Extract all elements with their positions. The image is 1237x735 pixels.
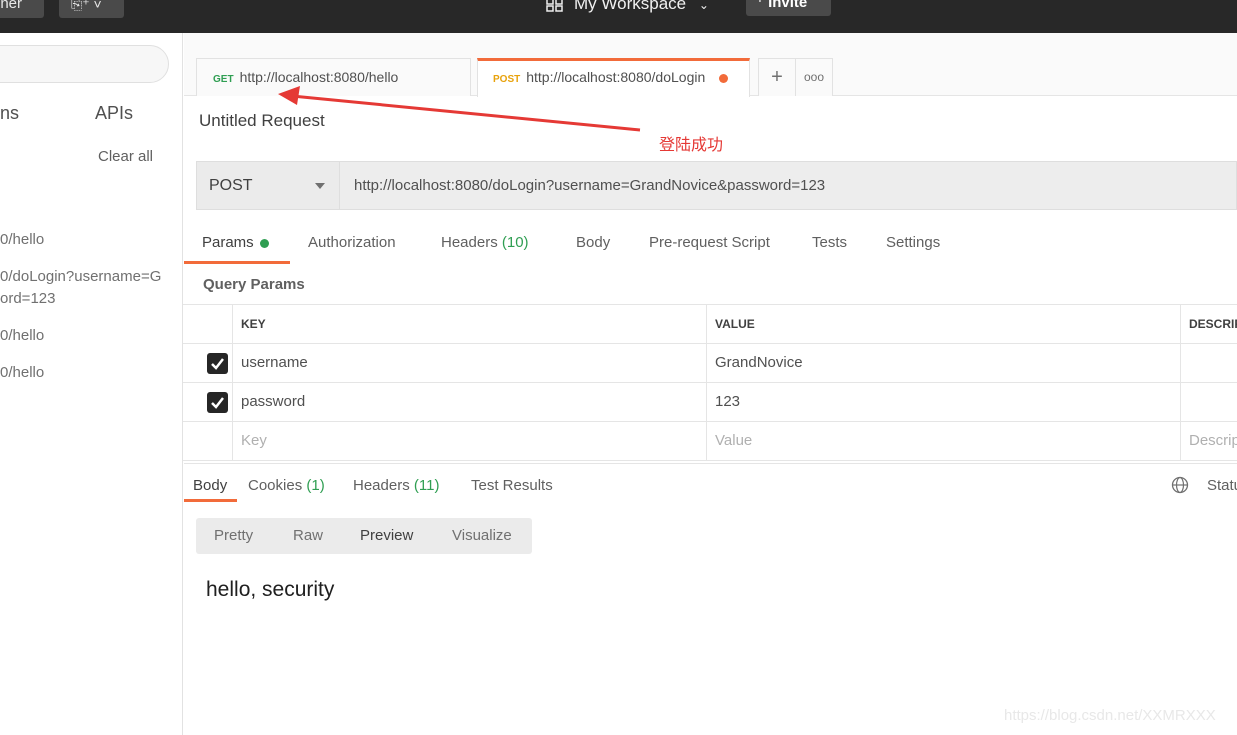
table-row: username GrandNovice bbox=[183, 344, 1237, 383]
query-params-title: Query Params bbox=[203, 276, 305, 293]
top-bar: nner ⎘⁺ ˅ My Workspace ⌄ ⁺ Invite bbox=[0, 0, 1237, 33]
request-tab-get-hello[interactable]: GET http://localhost:8080/hello bbox=[196, 58, 471, 96]
column-header-value: VALUE bbox=[707, 305, 1181, 343]
method-label: POST bbox=[209, 177, 253, 194]
invite-label: Invite bbox=[768, 0, 808, 11]
active-tab-indicator bbox=[184, 261, 290, 264]
request-tab-post-dologin[interactable]: POST http://localhost:8080/doLogin bbox=[477, 58, 750, 97]
request-tabs-bar: GET http://localhost:8080/hello POST http:… bbox=[184, 33, 1237, 97]
response-tab-headers[interactable]: Headers (11) bbox=[353, 477, 439, 494]
tab-body[interactable]: Body bbox=[576, 234, 610, 251]
tab-settings[interactable]: Settings bbox=[886, 234, 940, 251]
sidebar: ns APIs Clear all 0/hello 0/doLogin?user… bbox=[0, 33, 183, 735]
headers-count: (10) bbox=[501, 234, 529, 251]
method-select[interactable]: POST bbox=[197, 162, 340, 209]
history-item-line: ord=123 bbox=[0, 290, 56, 307]
unsaved-dot-icon bbox=[719, 73, 729, 83]
tab-params-label: Params bbox=[202, 234, 254, 251]
history-item[interactable]: 0/doLogin?username=G ord=123 bbox=[0, 266, 161, 310]
response-status: Status bbox=[1207, 477, 1237, 494]
row-checkbox-cell bbox=[183, 383, 233, 421]
param-description[interactable] bbox=[1181, 383, 1237, 421]
view-raw[interactable]: Raw bbox=[293, 518, 323, 554]
response-view-modes: Pretty Raw Preview Visualize bbox=[196, 518, 532, 554]
tab-headers[interactable]: Headers (10) bbox=[441, 234, 529, 251]
plus-icon: + bbox=[771, 66, 783, 88]
cookies-label: Cookies bbox=[248, 477, 303, 494]
response-body-text: hello, security bbox=[206, 578, 335, 601]
sidebar-tab-apis[interactable]: APIs bbox=[95, 103, 133, 124]
headers-count: (11) bbox=[413, 477, 440, 494]
url-input[interactable]: http://localhost:8080/doLogin?username=G… bbox=[354, 162, 825, 209]
description-input[interactable]: Description bbox=[1181, 422, 1237, 460]
caret-down-icon bbox=[315, 183, 325, 189]
table-row-empty: Key Value Description bbox=[183, 422, 1237, 461]
new-tab-button[interactable]: + bbox=[758, 58, 796, 96]
history-item[interactable]: 0/hello bbox=[0, 325, 44, 347]
tab-params[interactable]: Params bbox=[202, 234, 269, 251]
response-tabs: Body Cookies (1) Headers (11) Test Resul… bbox=[184, 463, 1237, 505]
view-preview[interactable]: Preview bbox=[360, 518, 413, 554]
more-icon: ooo bbox=[803, 70, 825, 84]
param-description[interactable] bbox=[1181, 344, 1237, 382]
tab-prerequest-script[interactable]: Pre-request Script bbox=[649, 234, 770, 251]
param-key[interactable]: password bbox=[233, 383, 707, 421]
new-window-button[interactable]: ⎘⁺ ˅ bbox=[59, 0, 124, 18]
globe-icon[interactable] bbox=[1171, 476, 1189, 494]
request-title[interactable]: Untitled Request bbox=[199, 111, 325, 131]
checkbox-checked-icon[interactable] bbox=[207, 353, 228, 374]
workspace-switcher[interactable]: My Workspace ⌄ bbox=[546, 0, 709, 17]
method-badge: POST bbox=[493, 74, 521, 85]
param-value[interactable]: GrandNovice bbox=[707, 344, 1181, 382]
url-bar: POST http://localhost:8080/doLogin?usern… bbox=[196, 161, 1237, 210]
tab-tests[interactable]: Tests bbox=[812, 234, 847, 251]
table-header-row: KEY VALUE DESCRIPTION bbox=[183, 305, 1237, 344]
chevron-down-icon: ⌄ bbox=[698, 0, 709, 12]
add-user-icon: ⁺ bbox=[756, 0, 764, 11]
workspace-grid-icon bbox=[546, 0, 563, 12]
runner-button[interactable]: nner bbox=[0, 0, 44, 18]
response-tab-test-results[interactable]: Test Results bbox=[471, 477, 553, 494]
column-header-description: DESCRIPTION bbox=[1189, 317, 1237, 331]
view-visualize[interactable]: Visualize bbox=[452, 518, 512, 554]
headers-label: Headers bbox=[353, 477, 410, 494]
tab-authorization[interactable]: Authorization bbox=[308, 234, 396, 251]
row-checkbox-cell bbox=[183, 344, 233, 382]
annotation-text: 登陆成功 bbox=[659, 137, 724, 154]
response-tab-body[interactable]: Body bbox=[193, 477, 227, 494]
tab-url: http://localhost:8080/hello bbox=[239, 69, 399, 85]
history-item[interactable]: 0/hello bbox=[0, 362, 44, 384]
active-response-tab-indicator bbox=[184, 499, 237, 502]
checkbox-checked-icon[interactable] bbox=[207, 392, 228, 413]
key-input[interactable]: Key bbox=[233, 422, 707, 460]
watermark: https://blog.csdn.net/XXMRXXX bbox=[1004, 707, 1216, 724]
clear-all-button[interactable]: Clear all bbox=[98, 148, 153, 165]
tab-url: http://localhost:8080/doLogin bbox=[526, 69, 706, 85]
view-pretty[interactable]: Pretty bbox=[214, 518, 253, 554]
param-value[interactable]: 123 bbox=[707, 383, 1181, 421]
sidebar-tab-collections[interactable]: ns bbox=[0, 103, 19, 124]
method-badge: GET bbox=[213, 74, 234, 85]
response-tab-cookies[interactable]: Cookies (1) bbox=[248, 477, 325, 494]
query-params-table: KEY VALUE DESCRIPTION username GrandNovi… bbox=[183, 304, 1237, 461]
workspace-label: My Workspace bbox=[574, 0, 687, 13]
value-input[interactable]: Value bbox=[707, 422, 1181, 460]
request-subtabs: Params Authorization Headers (10) Body P… bbox=[184, 230, 1237, 264]
table-row: password 123 bbox=[183, 383, 1237, 422]
row-checkbox-cell bbox=[183, 422, 233, 460]
param-key[interactable]: username bbox=[233, 344, 707, 382]
cookies-count: (1) bbox=[306, 477, 325, 494]
tab-options-button[interactable]: ooo bbox=[795, 58, 833, 96]
tab-headers-label: Headers bbox=[441, 234, 498, 251]
invite-button[interactable]: ⁺ Invite bbox=[746, 0, 831, 16]
column-header-key: KEY bbox=[233, 305, 707, 343]
checkbox-column-header bbox=[183, 305, 233, 343]
history-item[interactable]: 0/hello bbox=[0, 229, 44, 251]
params-active-dot-icon bbox=[259, 238, 269, 248]
sidebar-search-input[interactable] bbox=[0, 45, 169, 83]
history-item-line: 0/doLogin?username=G bbox=[0, 268, 162, 285]
